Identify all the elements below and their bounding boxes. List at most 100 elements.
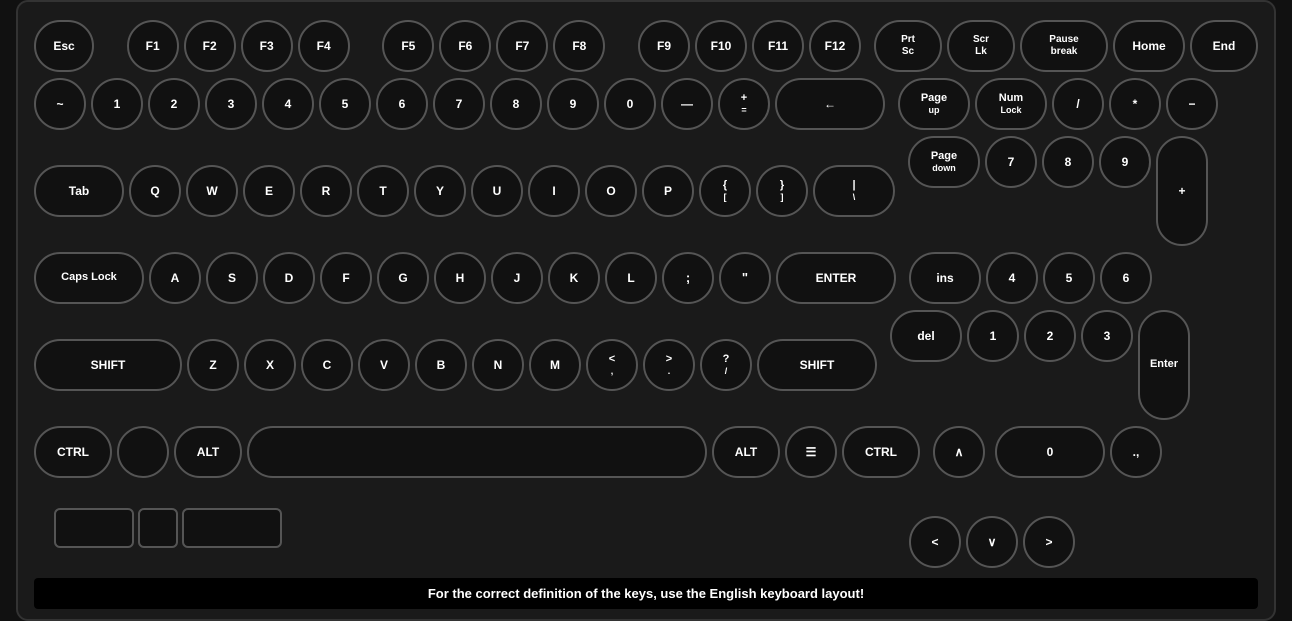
key-9[interactable]: 9	[547, 78, 599, 130]
key-x[interactable]: X	[244, 339, 296, 391]
key-p[interactable]: P	[642, 165, 694, 217]
key-f11[interactable]: F11	[752, 20, 804, 72]
key-num-9[interactable]: 9	[1099, 136, 1151, 188]
key-f10[interactable]: F10	[695, 20, 747, 72]
key-f9[interactable]: F9	[638, 20, 690, 72]
key-num-0[interactable]: 0	[995, 426, 1105, 478]
key-num-minus[interactable]: −	[1166, 78, 1218, 130]
key-shift-right[interactable]: SHIFT	[757, 339, 877, 391]
key-caret[interactable]: ∧	[933, 426, 985, 478]
key-f12[interactable]: F12	[809, 20, 861, 72]
key-capslock[interactable]: Caps Lock	[34, 252, 144, 304]
key-period[interactable]: >.	[643, 339, 695, 391]
touchpad-right-button[interactable]	[182, 508, 282, 548]
key-i[interactable]: I	[528, 165, 580, 217]
key-f7[interactable]: F7	[496, 20, 548, 72]
key-win[interactable]	[117, 426, 169, 478]
key-6[interactable]: 6	[376, 78, 428, 130]
key-num-enter[interactable]: Enter	[1138, 310, 1190, 420]
key-f5[interactable]: F5	[382, 20, 434, 72]
key-e[interactable]: E	[243, 165, 295, 217]
key-w[interactable]: W	[186, 165, 238, 217]
key-h[interactable]: H	[434, 252, 486, 304]
key-alt-right[interactable]: ALT	[712, 426, 780, 478]
key-f[interactable]: F	[320, 252, 372, 304]
key-num-plus[interactable]: +	[1156, 136, 1208, 246]
key-semicolon[interactable]: ;	[662, 252, 714, 304]
key-scrlk[interactable]: ScrLk	[947, 20, 1015, 72]
key-space[interactable]	[247, 426, 707, 478]
key-d[interactable]: D	[263, 252, 315, 304]
key-arrow-left[interactable]: <	[909, 516, 961, 568]
key-ctrl-left[interactable]: CTRL	[34, 426, 112, 478]
key-prtsc[interactable]: PrtSc	[874, 20, 942, 72]
key-r[interactable]: R	[300, 165, 352, 217]
key-8[interactable]: 8	[490, 78, 542, 130]
key-enter[interactable]: ENTER	[776, 252, 896, 304]
key-5[interactable]: 5	[319, 78, 371, 130]
key-num-2[interactable]: 2	[1024, 310, 1076, 362]
touchpad-mid-button[interactable]	[138, 508, 178, 548]
key-t[interactable]: T	[357, 165, 409, 217]
key-menu[interactable]: ☰	[785, 426, 837, 478]
key-home[interactable]: Home	[1113, 20, 1185, 72]
key-o[interactable]: O	[585, 165, 637, 217]
key-backspace[interactable]: ←	[775, 78, 885, 130]
key-slash[interactable]: ?/	[700, 339, 752, 391]
key-pageup[interactable]: Pageup	[898, 78, 970, 130]
key-f3[interactable]: F3	[241, 20, 293, 72]
key-j[interactable]: J	[491, 252, 543, 304]
key-g[interactable]: G	[377, 252, 429, 304]
key-shift-left[interactable]: SHIFT	[34, 339, 182, 391]
key-alt-left[interactable]: ALT	[174, 426, 242, 478]
key-rbracket[interactable]: }]	[756, 165, 808, 217]
key-esc[interactable]: Esc	[34, 20, 94, 72]
key-ins[interactable]: ins	[909, 252, 981, 304]
key-num-4[interactable]: 4	[986, 252, 1038, 304]
key-numlock[interactable]: NumLock	[975, 78, 1047, 130]
key-q[interactable]: Q	[129, 165, 181, 217]
key-num-5[interactable]: 5	[1043, 252, 1095, 304]
key-backslash[interactable]: |\	[813, 165, 895, 217]
key-2[interactable]: 2	[148, 78, 200, 130]
key-z[interactable]: Z	[187, 339, 239, 391]
key-arrow-down[interactable]: ∨	[966, 516, 1018, 568]
key-del[interactable]: del	[890, 310, 962, 362]
key-arrow-right[interactable]: >	[1023, 516, 1075, 568]
key-equals[interactable]: +=	[718, 78, 770, 130]
key-4[interactable]: 4	[262, 78, 314, 130]
key-0[interactable]: 0	[604, 78, 656, 130]
key-3[interactable]: 3	[205, 78, 257, 130]
key-num-3[interactable]: 3	[1081, 310, 1133, 362]
key-pagedown[interactable]: Pagedown	[908, 136, 980, 188]
key-n[interactable]: N	[472, 339, 524, 391]
key-c[interactable]: C	[301, 339, 353, 391]
touchpad-left-button[interactable]	[54, 508, 134, 548]
key-num-7[interactable]: 7	[985, 136, 1037, 188]
key-pausebr[interactable]: Pausebreak	[1020, 20, 1108, 72]
key-v[interactable]: V	[358, 339, 410, 391]
key-lbracket[interactable]: {[	[699, 165, 751, 217]
key-k[interactable]: K	[548, 252, 600, 304]
key-1[interactable]: 1	[91, 78, 143, 130]
key-tilde[interactable]: ~	[34, 78, 86, 130]
key-num-6[interactable]: 6	[1100, 252, 1152, 304]
key-f6[interactable]: F6	[439, 20, 491, 72]
key-num-8[interactable]: 8	[1042, 136, 1094, 188]
key-f4[interactable]: F4	[298, 20, 350, 72]
key-m[interactable]: M	[529, 339, 581, 391]
key-comma[interactable]: <,	[586, 339, 638, 391]
key-b[interactable]: B	[415, 339, 467, 391]
key-num-1[interactable]: 1	[967, 310, 1019, 362]
key-num-asterisk[interactable]: *	[1109, 78, 1161, 130]
key-minus[interactable]: —	[661, 78, 713, 130]
key-s[interactable]: S	[206, 252, 258, 304]
key-y[interactable]: Y	[414, 165, 466, 217]
key-quote[interactable]: "	[719, 252, 771, 304]
key-l[interactable]: L	[605, 252, 657, 304]
key-f2[interactable]: F2	[184, 20, 236, 72]
key-end[interactable]: End	[1190, 20, 1258, 72]
key-u[interactable]: U	[471, 165, 523, 217]
key-f8[interactable]: F8	[553, 20, 605, 72]
key-num-slash[interactable]: /	[1052, 78, 1104, 130]
